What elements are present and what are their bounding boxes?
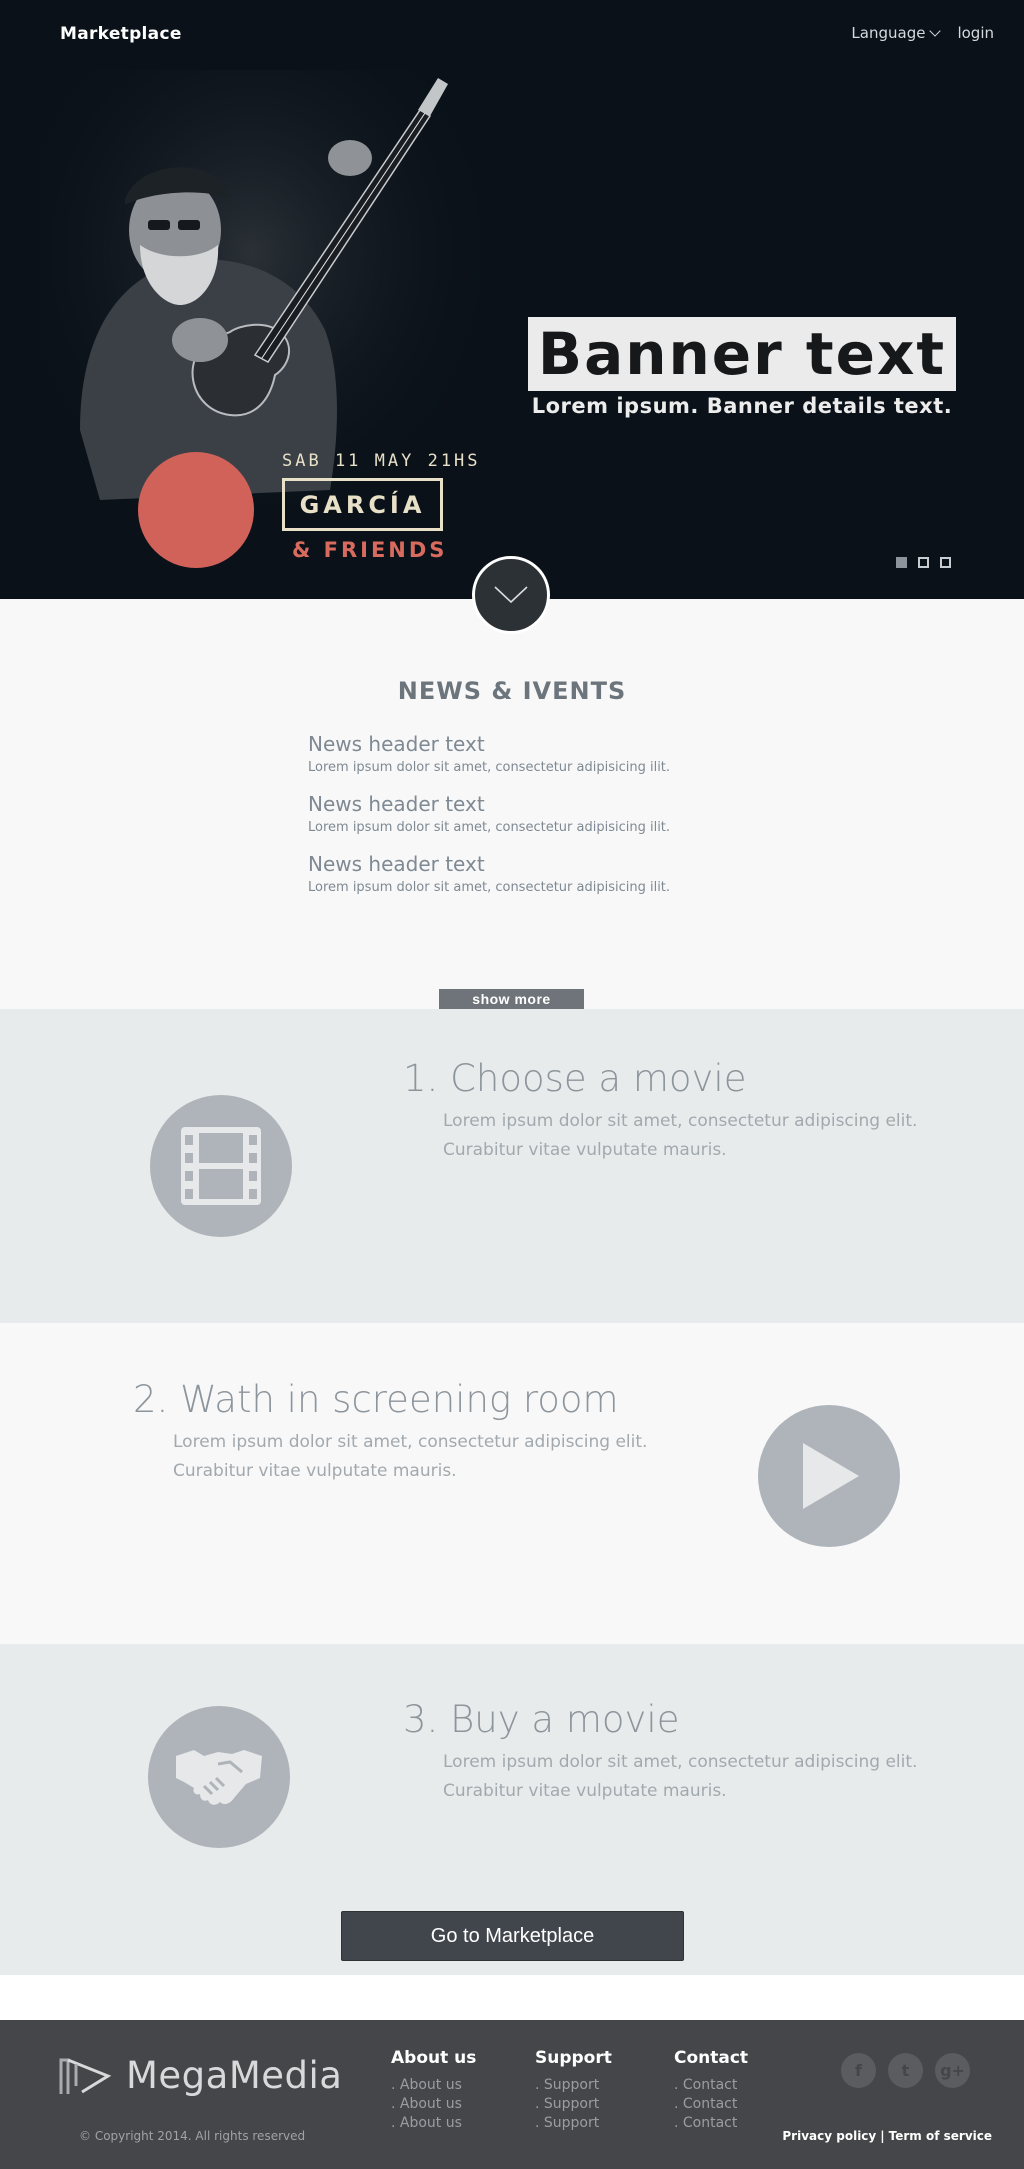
google-plus-icon[interactable]: g+ (935, 2053, 970, 2088)
go-to-marketplace-button[interactable]: Go to Marketplace (341, 1911, 684, 1961)
news-section: NEWS & IVENTS News header text Lorem ips… (0, 599, 1024, 1009)
chevron-down-icon (494, 586, 528, 604)
step-text-line: Curabitur vitae vulputate mauris. (443, 1781, 727, 1801)
step-text: Lorem ipsum dolor sit amet, consectetur … (173, 1428, 647, 1486)
news-text: Lorem ipsum dolor sit amet, consectetur … (308, 760, 671, 775)
footer-logo[interactable]: MegaMedia (58, 2054, 342, 2097)
facebook-icon[interactable]: f (841, 2053, 876, 2088)
language-dropdown[interactable]: Language (851, 24, 942, 42)
step-text: Lorem ipsum dolor sit amet, consectetur … (443, 1748, 917, 1806)
step-text-line: Curabitur vitae vulputate mauris. (443, 1140, 727, 1160)
footer-col-title: Support (535, 2048, 612, 2068)
footer: MegaMedia © Copyright 2014. All rights r… (0, 2020, 1024, 2169)
event-red-circle (138, 452, 254, 568)
step-screening-room: 2. Wath in screening room Lorem ipsum do… (0, 1323, 1024, 1644)
legal-separator: | (880, 2129, 885, 2143)
top-nav: Language login (851, 24, 994, 42)
slider-dot-1[interactable] (896, 557, 907, 568)
footer-col-title: About us (391, 2048, 477, 2068)
footer-link-support[interactable]: . Support (535, 2095, 612, 2114)
slider-dot-2[interactable] (918, 557, 929, 568)
footer-link-support[interactable]: . Support (535, 2076, 612, 2095)
step-text: Lorem ipsum dolor sit amet, consectetur … (443, 1107, 917, 1165)
show-more-button[interactable]: show more (439, 989, 584, 1009)
footer-link-support[interactable]: . Support (535, 2114, 612, 2133)
event-name: GARCÍA (299, 490, 426, 519)
handshake-icon (148, 1706, 290, 1848)
footer-link-about[interactable]: . About us (391, 2095, 476, 2114)
news-list: News header text Lorem ipsum dolor sit a… (308, 732, 670, 912)
footer-col-support: Support . Support . Support . Support (535, 2048, 612, 2133)
news-text: Lorem ipsum dolor sit amet, consectetur … (308, 820, 671, 835)
step-title: 1. Choose a movie (403, 1057, 747, 1100)
event-name-box: GARCÍA (282, 478, 443, 531)
banner-subtitle: Lorem ipsum. Banner details text. (531, 394, 953, 418)
footer-col-about: About us . About us . About us . About u… (391, 2048, 476, 2133)
megamedia-logo-icon (59, 2058, 112, 2094)
slider-dots (896, 557, 951, 568)
privacy-policy-link[interactable]: Privacy policy (782, 2129, 876, 2143)
footer-link-contact[interactable]: . Contact (674, 2114, 748, 2133)
news-text: Lorem ipsum dolor sit amet, consectetur … (308, 880, 671, 895)
step-title: 3. Buy a movie (403, 1698, 680, 1741)
news-item[interactable]: News header text Lorem ipsum dolor sit a… (308, 792, 670, 852)
footer-link-about[interactable]: . About us (391, 2076, 476, 2095)
news-header[interactable]: News header text (308, 852, 670, 876)
legal-links: Privacy policy | Term of service (782, 2129, 992, 2143)
step-text-line: Lorem ipsum dolor sit amet, consectetur … (173, 1432, 648, 1452)
news-header[interactable]: News header text (308, 732, 670, 756)
language-label: Language (851, 24, 926, 42)
step-text-line: Lorem ipsum dolor sit amet, consectetur … (443, 1111, 918, 1131)
copyright: © Copyright 2014. All rights reserved (79, 2129, 306, 2143)
scroll-down-button[interactable] (472, 556, 550, 634)
twitter-icon[interactable]: t (888, 2053, 923, 2088)
event-date: SAB 11 MAY 21HS (282, 451, 481, 471)
step-text-line: Lorem ipsum dolor sit amet, consectetur … (443, 1752, 918, 1772)
hero-banner: Marketplace Language login SAB 11 MAY 21… (0, 0, 1024, 599)
step-choose-movie: 1. Choose a movie Lorem ipsum dolor sit … (0, 1009, 1024, 1323)
news-item[interactable]: News header text Lorem ipsum dolor sit a… (308, 732, 670, 792)
film-icon (150, 1095, 292, 1237)
step-text-line: Curabitur vitae vulputate mauris. (173, 1461, 457, 1481)
brand-link[interactable]: Marketplace (60, 24, 182, 44)
footer-link-contact[interactable]: . Contact (674, 2076, 748, 2095)
slider-dot-3[interactable] (940, 557, 951, 568)
banner-title: Banner text (537, 320, 947, 388)
footer-logo-text: MegaMedia (126, 2054, 343, 2097)
footer-col-contact: Contact . Contact . Contact . Contact (674, 2048, 748, 2133)
news-item[interactable]: News header text Lorem ipsum dolor sit a… (308, 852, 670, 912)
play-icon (758, 1405, 900, 1547)
banner-title-box: Banner text (528, 317, 956, 391)
news-title: NEWS & IVENTS (397, 677, 627, 705)
footer-link-about[interactable]: . About us (391, 2114, 476, 2133)
footer-col-title: Contact (674, 2048, 749, 2068)
news-header[interactable]: News header text (308, 792, 670, 816)
chevron-down-icon (929, 25, 942, 37)
login-link[interactable]: login (957, 24, 994, 42)
step-title: 2. Wath in screening room (133, 1378, 619, 1421)
footer-link-contact[interactable]: . Contact (674, 2095, 748, 2114)
event-friends: & FRIENDS (292, 538, 448, 562)
terms-of-service-link[interactable]: Term of service (889, 2129, 992, 2143)
